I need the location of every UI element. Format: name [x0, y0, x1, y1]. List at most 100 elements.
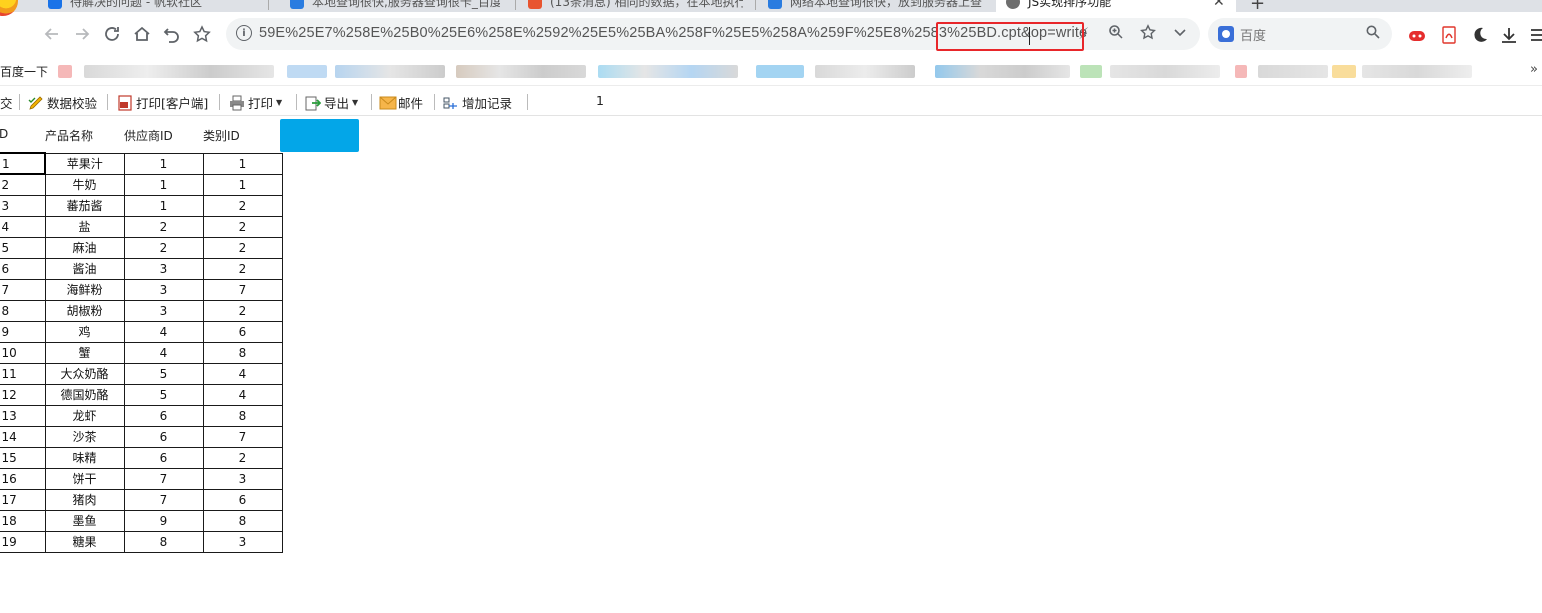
bookmark-blurred[interactable]	[1362, 65, 1472, 78]
reload-icon[interactable]	[101, 23, 123, 45]
cell-id[interactable]: 4	[0, 215, 46, 238]
cell-supplier-id[interactable]: 1	[123, 173, 204, 196]
back-arrow-icon[interactable]	[41, 23, 63, 45]
tab-5-active[interactable]: JS实现排序功能	[996, 0, 1236, 12]
cell-product-name[interactable]: 海鲜粉	[44, 278, 125, 301]
cell-category-id[interactable]: 2	[202, 299, 283, 322]
cell-product-name[interactable]: 鸡	[44, 320, 125, 343]
dark-mode-moon-icon[interactable]	[1471, 26, 1489, 44]
site-info-icon[interactable]: i	[236, 25, 252, 41]
tab-3[interactable]: (13条消息) 相同的数据，在本地执行	[528, 0, 743, 12]
cell-id[interactable]: 9	[0, 320, 46, 343]
cell-supplier-id[interactable]: 3	[123, 278, 204, 301]
bookmark-blurred[interactable]	[335, 65, 445, 78]
cell-supplier-id[interactable]: 5	[123, 362, 204, 385]
cell-id[interactable]: 10	[0, 341, 46, 364]
cell-product-name[interactable]: 饼干	[44, 467, 125, 490]
forward-arrow-icon[interactable]	[71, 23, 93, 45]
download-icon[interactable]	[1500, 26, 1518, 44]
submit-button-cut[interactable]: 交	[0, 93, 13, 112]
search-icon[interactable]	[1366, 25, 1380, 43]
cell-product-name[interactable]: 大众奶酪	[44, 362, 125, 385]
cell-supplier-id[interactable]: 3	[123, 257, 204, 280]
cell-id[interactable]: 8	[0, 299, 46, 322]
cell-id[interactable]: 12	[0, 383, 46, 406]
cell-supplier-id[interactable]: 8	[123, 530, 204, 553]
mail-button[interactable]: 邮件	[379, 93, 423, 112]
chevron-down-icon[interactable]	[1172, 24, 1188, 44]
cell-product-name[interactable]: 蕃茄酱	[44, 194, 125, 217]
cell-category-id[interactable]: 7	[202, 425, 283, 448]
cell-product-name[interactable]: 糖果	[44, 530, 125, 553]
cell-category-id[interactable]: 7	[202, 278, 283, 301]
cell-id[interactable]: 13	[0, 404, 46, 427]
export-button[interactable]: 导出 ▼	[305, 93, 358, 112]
undo-icon[interactable]	[161, 23, 183, 45]
cell-supplier-id[interactable]: 6	[123, 425, 204, 448]
cell-product-name[interactable]: 酱油	[44, 257, 125, 280]
cell-category-id[interactable]: 2	[202, 194, 283, 217]
cell-supplier-id[interactable]: 4	[123, 320, 204, 343]
cell-id[interactable]: 18	[0, 509, 46, 532]
cell-id[interactable]: 2	[0, 173, 46, 196]
bookmark-blurred[interactable]	[1235, 65, 1247, 78]
cell-supplier-id[interactable]: 6	[123, 404, 204, 427]
cell-category-id[interactable]: 8	[202, 341, 283, 364]
search-box[interactable]: 百度	[1208, 18, 1392, 50]
cell-category-id[interactable]: 6	[202, 320, 283, 343]
cell-product-name[interactable]: 猪肉	[44, 488, 125, 511]
game-controller-icon[interactable]	[1408, 26, 1426, 44]
cell-product-name[interactable]: 味精	[44, 446, 125, 469]
column-header-supplier-id[interactable]: 供应商ID	[124, 127, 173, 144]
cell-supplier-id[interactable]: 6	[123, 446, 204, 469]
column-header-category-id[interactable]: 类别ID	[203, 127, 240, 144]
bookmark-blurred[interactable]	[84, 65, 274, 78]
print-button[interactable]: 打印 ▼	[229, 93, 282, 112]
cell-id[interactable]: 17	[0, 488, 46, 511]
cell-id[interactable]: 1	[0, 152, 46, 175]
tab-2[interactable]: 本地查询很快,服务器查询很卡_百度搜索	[290, 0, 500, 12]
cell-supplier-id[interactable]: 9	[123, 509, 204, 532]
menu-icon[interactable]	[1530, 26, 1542, 44]
bookmark-blurred[interactable]	[58, 65, 72, 78]
cell-product-name[interactable]: 麻油	[44, 236, 125, 259]
cell-id[interactable]: 6	[0, 257, 46, 280]
cell-product-name[interactable]: 墨鱼	[44, 509, 125, 532]
print-client-button[interactable]: 打印[客户端]	[117, 93, 208, 112]
tab-4[interactable]: 网络本地查询很快，放到服务器上查	[768, 0, 983, 12]
cell-id[interactable]: 15	[0, 446, 46, 469]
cell-id[interactable]: 11	[0, 362, 46, 385]
cell-category-id[interactable]: 3	[202, 530, 283, 553]
add-record-button[interactable]: 增加记录	[443, 93, 512, 112]
bookmark-blurred[interactable]	[287, 65, 327, 78]
cell-supplier-id[interactable]: 3	[123, 299, 204, 322]
bookmark-blurred[interactable]	[598, 65, 738, 78]
bookmark-blurred[interactable]	[456, 65, 586, 78]
cell-category-id[interactable]: 2	[202, 236, 283, 259]
zoom-icon[interactable]	[1108, 24, 1124, 44]
cell-supplier-id[interactable]: 7	[123, 467, 204, 490]
star-bookmark-icon[interactable]	[191, 23, 213, 45]
cell-category-id[interactable]: 2	[202, 446, 283, 469]
bookmark-blurred[interactable]	[756, 65, 804, 78]
cell-supplier-id[interactable]: 1	[123, 152, 204, 175]
bookmarks-overflow-chevron[interactable]: »	[1530, 62, 1538, 77]
cell-product-name[interactable]: 盐	[44, 215, 125, 238]
cell-supplier-id[interactable]: 7	[123, 488, 204, 511]
new-tab-icon[interactable]: +	[1250, 0, 1265, 12]
bookmark-blurred[interactable]	[1332, 65, 1356, 78]
cell-category-id[interactable]: 4	[202, 362, 283, 385]
cell-id[interactable]: 5	[0, 236, 46, 259]
cell-category-id[interactable]: 1	[202, 152, 283, 175]
sort-button[interactable]	[280, 119, 359, 152]
home-icon[interactable]	[131, 23, 153, 45]
cell-category-id[interactable]: 4	[202, 383, 283, 406]
cell-supplier-id[interactable]: 2	[123, 236, 204, 259]
cell-product-name[interactable]: 蟹	[44, 341, 125, 364]
cell-supplier-id[interactable]: 4	[123, 341, 204, 364]
bookmark-blurred[interactable]	[1258, 65, 1328, 78]
favorite-star-icon[interactable]	[1140, 24, 1156, 44]
cell-id[interactable]: 14	[0, 425, 46, 448]
cell-category-id[interactable]: 3	[202, 467, 283, 490]
cell-product-name[interactable]: 牛奶	[44, 173, 125, 196]
